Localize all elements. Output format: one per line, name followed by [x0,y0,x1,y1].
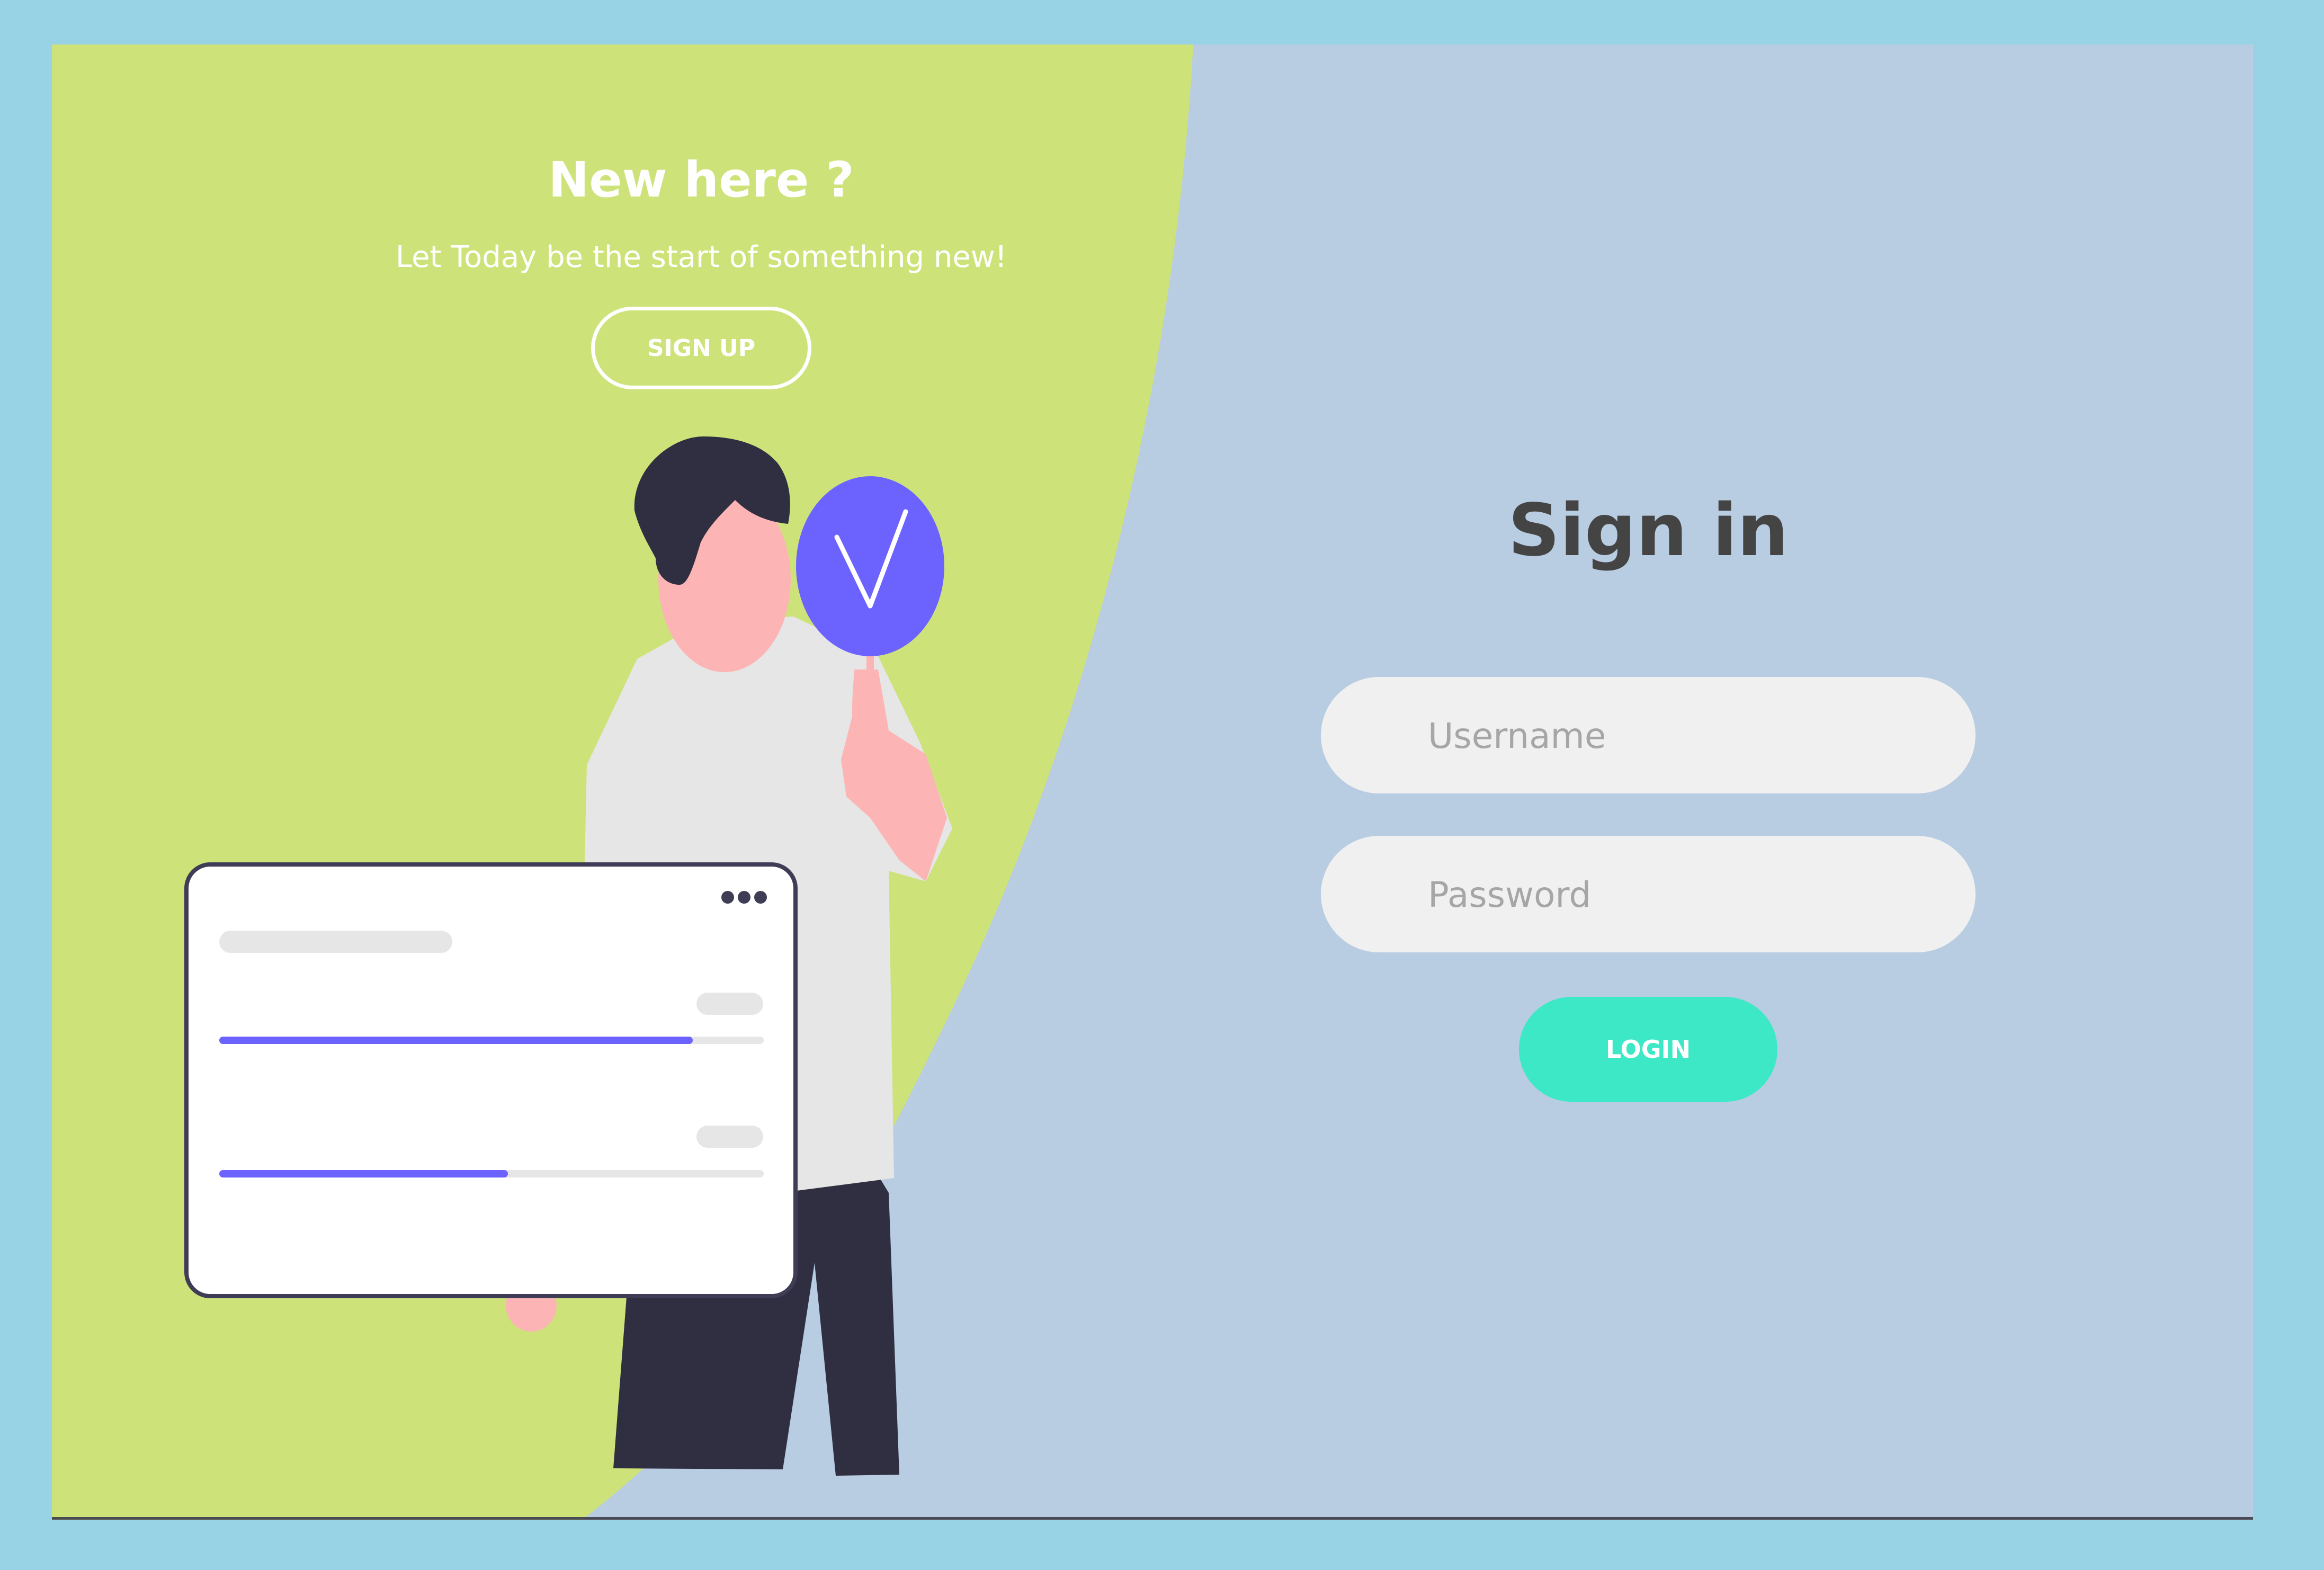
card-title-placeholder [219,931,452,953]
checkmark-sign-icon [796,476,944,656]
username-field-container [1321,677,1976,795]
sign-in-form: Sign in LOGIN [1321,489,1976,1102]
card-label-placeholder-1 [696,993,763,1015]
more-horizontal-icon [721,891,767,904]
card-label-placeholder-2 [696,1126,763,1148]
password-input[interactable] [1427,836,1948,953]
progress-card [184,862,798,1298]
auth-container: New here ? Let Today be the start of som… [52,44,2253,1520]
username-input[interactable] [1427,677,1948,795]
password-field-container [1321,836,1976,953]
bottom-divider [52,1517,2253,1520]
progress-fill-2 [219,1170,508,1177]
page: New here ? Let Today be the start of som… [0,0,2324,1570]
login-button[interactable]: LOGIN [1519,997,1777,1102]
person-head [634,436,791,672]
sign-in-heading: Sign in [1508,489,1789,573]
progress-fill-1 [219,1037,693,1044]
